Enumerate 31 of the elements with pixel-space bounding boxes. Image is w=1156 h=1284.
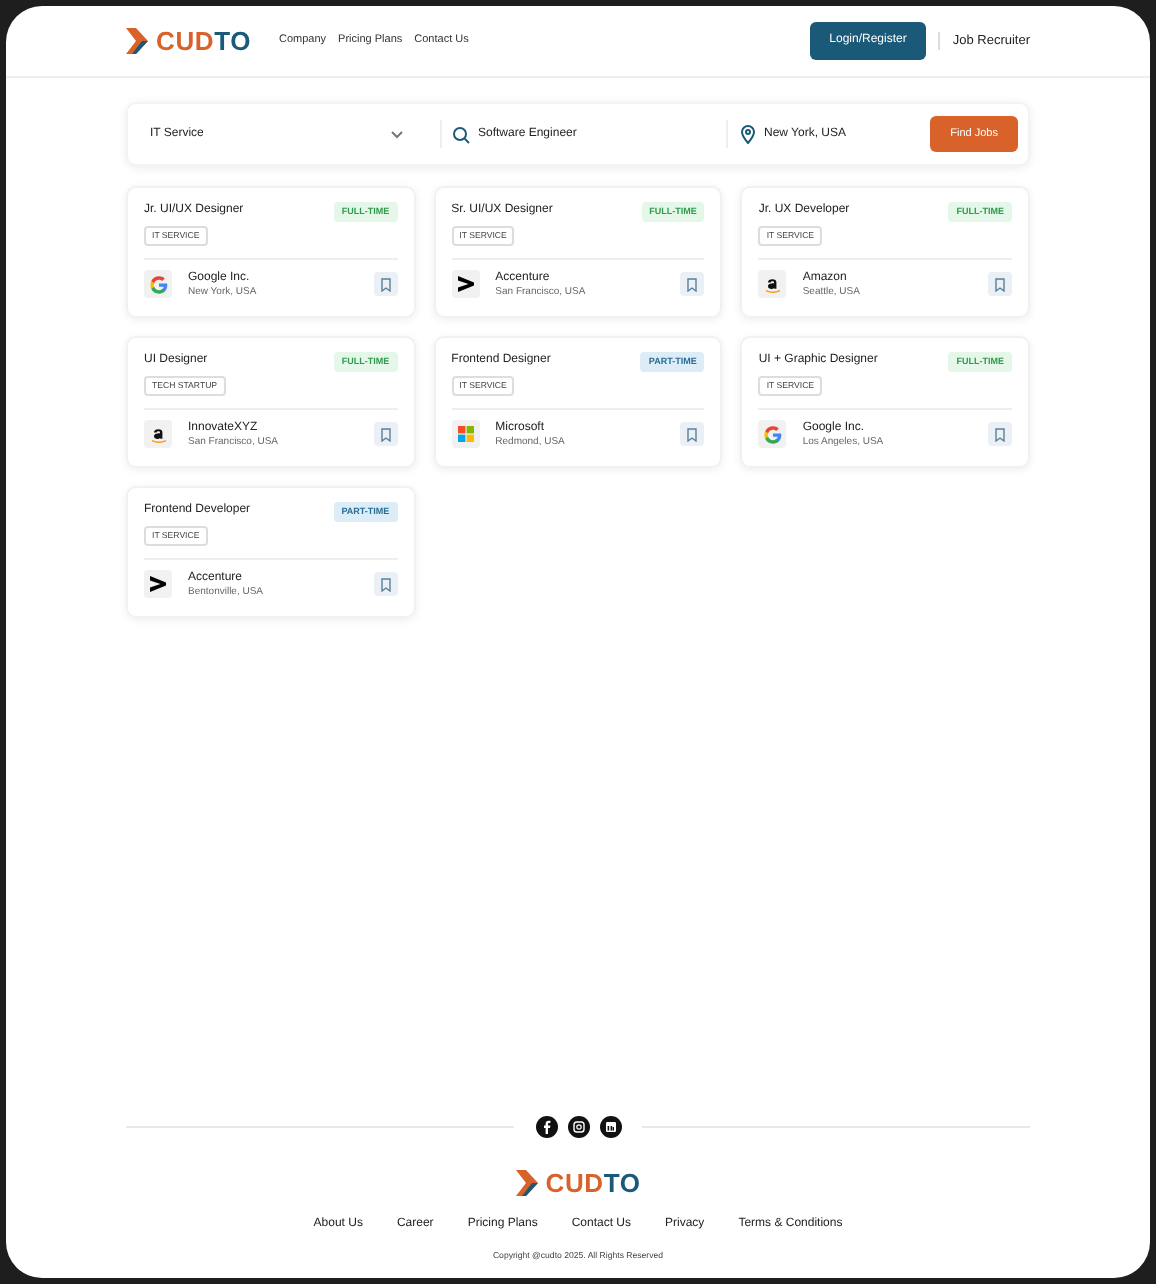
logo-chevron-icon <box>515 1169 538 1196</box>
bookmark-button[interactable] <box>988 272 1012 297</box>
company-logo-icon <box>144 570 172 599</box>
linkedin-icon[interactable] <box>599 1115 621 1138</box>
facebook-icon[interactable] <box>535 1115 557 1138</box>
bookmark-icon[interactable] <box>994 277 1006 292</box>
search-icon <box>452 125 470 143</box>
company-logo-icon <box>758 270 787 299</box>
bookmark-icon[interactable] <box>379 577 392 592</box>
bookmark-button[interactable] <box>373 272 398 297</box>
bookmark-icon[interactable] <box>686 277 699 292</box>
logo-chevron-icon <box>126 28 148 54</box>
instagram-icon[interactable] <box>567 1115 589 1138</box>
company-logo-icon <box>451 420 480 449</box>
bookmark-button[interactable] <box>988 422 1012 447</box>
company-logo-icon <box>758 420 787 449</box>
bookmark-icon[interactable] <box>994 427 1006 442</box>
logo-text[interactable]: CUDTO <box>545 1169 641 1196</box>
chevron-down-icon[interactable] <box>390 129 404 139</box>
bookmark-icon[interactable] <box>686 427 699 442</box>
bookmark-button[interactable] <box>373 422 398 447</box>
location-pin-icon <box>740 124 756 144</box>
bookmark-button[interactable] <box>680 272 705 297</box>
company-logo-icon <box>451 270 480 299</box>
bookmark-icon[interactable] <box>379 277 392 292</box>
bookmark-icon[interactable] <box>379 427 392 442</box>
company-logo-icon <box>144 270 172 299</box>
bookmark-button[interactable] <box>680 422 705 447</box>
company-logo-icon <box>144 420 172 449</box>
logo-text[interactable]: CUDTO <box>156 28 251 54</box>
bookmark-button[interactable] <box>373 572 398 597</box>
